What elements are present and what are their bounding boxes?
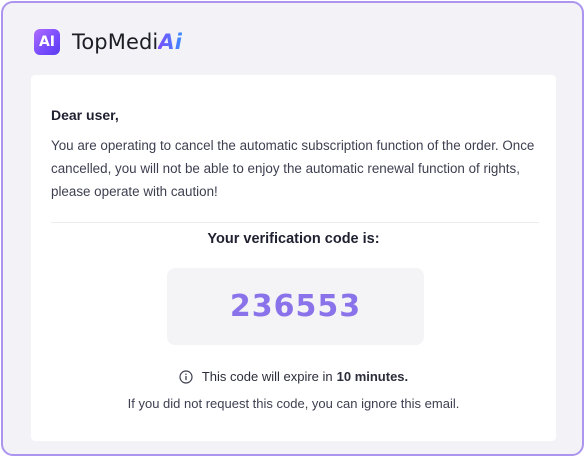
brand-name: TopMedi Ai: [72, 30, 182, 54]
info-circle-icon: [179, 369, 193, 384]
verification-code-box: 236553: [167, 268, 424, 345]
expiry-duration: 10 minutes.: [336, 369, 409, 384]
expiry-notice: This code will expire in 10 minutes.: [31, 369, 556, 384]
message-body: You are operating to cancel the automati…: [51, 138, 535, 199]
verification-code[interactable]: 236553: [230, 289, 361, 324]
email-frame: AI TopMedi Ai Dear user, You are operatin…: [1, 1, 584, 456]
logo-text: AI: [38, 34, 56, 50]
divider: [51, 222, 539, 223]
topmediai-logo-icon: AI: [34, 29, 60, 55]
ignore-note: If you did not request this code, you ca…: [127, 396, 460, 411]
expiry-prefix: This code will expire in: [201, 369, 333, 384]
greeting: Dear user,: [51, 107, 119, 123]
code-heading: Your verification code is:: [207, 231, 380, 247]
brand-name-accent: Ai: [158, 30, 182, 54]
brand-name-main: TopMedi: [72, 30, 159, 54]
email-card: Dear user, You are operating to cancel t…: [31, 75, 556, 441]
brand-header: AI TopMedi Ai: [34, 29, 182, 55]
